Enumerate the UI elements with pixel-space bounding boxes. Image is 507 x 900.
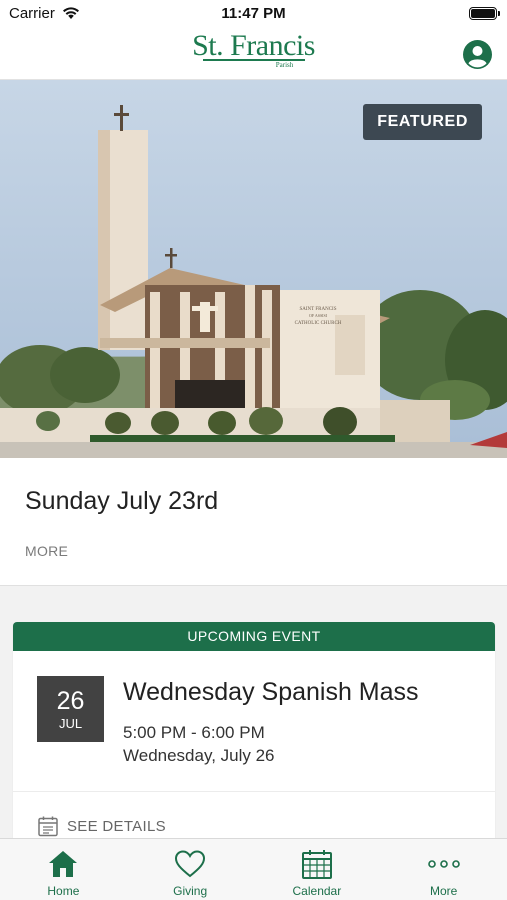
event-month: JUL [58, 716, 83, 731]
heart-icon [175, 849, 206, 877]
tab-home[interactable]: Home [0, 839, 127, 900]
logo[interactable]: St. Francis Parish [0, 30, 507, 70]
calendar-icon [301, 849, 332, 879]
featured-title: Sunday July 23rd [25, 487, 219, 515]
featured-badge: FEATURED [363, 104, 482, 140]
home-icon [49, 850, 78, 877]
status-bar: Carrier 11:47 PM [0, 0, 507, 28]
user-icon [468, 46, 487, 68]
upcoming-event-banner: UPCOMING EVENT [13, 622, 495, 651]
tab-more[interactable]: More [380, 839, 507, 900]
clock: 11:47 PM [221, 5, 286, 22]
event-time: 5:00 PM - 6:00 PM [123, 723, 265, 742]
church-sign-line1: SAINT FRANCIS [300, 307, 337, 312]
tab-giving-label: Giving [173, 884, 208, 898]
see-details-button[interactable]: SEE DETAILS [37, 815, 166, 837]
tab-bar: Home Giving Calendar More [0, 838, 507, 900]
event-date: Wednesday, July 26 [123, 746, 275, 765]
featured-hero-image[interactable]: SAINT FRANCIS OF ASSISI CATHOLIC CHURCH … [0, 80, 507, 458]
divider [13, 791, 495, 792]
more-dots-icon [427, 859, 460, 868]
church-sign-line2: OF ASSISI [309, 313, 328, 318]
event-title: Wednesday Spanish Mass [123, 678, 419, 706]
tab-calendar[interactable]: Calendar [254, 839, 381, 900]
logo-subtitle: Parish [275, 60, 294, 69]
event-day: 26 [56, 687, 85, 715]
tab-calendar-label: Calendar [292, 884, 342, 898]
tab-more-label: More [429, 884, 458, 898]
tab-home-label: Home [47, 884, 80, 898]
upcoming-event-card[interactable]: UPCOMING EVENT 26 JUL Wednesday Spanish … [13, 622, 495, 862]
profile-button[interactable] [463, 40, 492, 69]
featured-card[interactable]: Sunday July 23rd MORE [0, 458, 507, 586]
more-link[interactable]: MORE [25, 543, 68, 559]
battery-icon [469, 7, 500, 20]
logo-title: St. Francis [192, 29, 315, 62]
calendar-list-icon [38, 816, 58, 837]
event-date-box: 26 JUL [37, 676, 104, 742]
tab-giving[interactable]: Giving [127, 839, 254, 900]
see-details-label: SEE DETAILS [67, 817, 166, 835]
church-sign-line3: CATHOLIC CHURCH [295, 321, 342, 326]
app-header: St. Francis Parish [0, 28, 507, 80]
